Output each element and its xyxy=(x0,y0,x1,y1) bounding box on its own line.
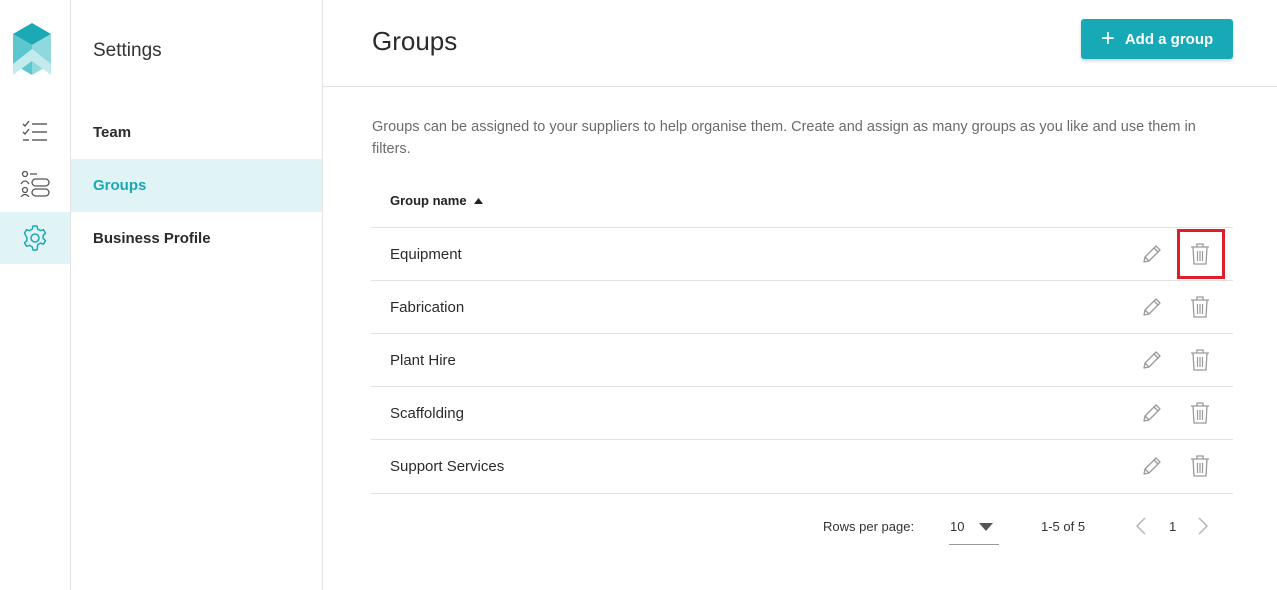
pencil-icon[interactable] xyxy=(1141,402,1163,424)
icon-rail xyxy=(0,0,71,590)
current-page-number: 1 xyxy=(1169,519,1177,534)
app-logo xyxy=(13,23,51,75)
chevron-right-icon[interactable] xyxy=(1197,516,1209,536)
table-row: Fabrication xyxy=(371,281,1233,334)
column-header-group-name[interactable]: Group name xyxy=(371,174,1233,228)
pencil-icon[interactable] xyxy=(1141,243,1163,265)
subnav-item-groups[interactable]: Groups xyxy=(71,159,322,212)
pagination-range: 1-5 of 5 xyxy=(1041,519,1086,534)
pencil-icon[interactable] xyxy=(1141,296,1163,318)
gear-icon xyxy=(23,225,47,251)
trash-icon[interactable] xyxy=(1189,454,1211,478)
page-title: Groups xyxy=(372,26,458,56)
group-name-cell: Support Services xyxy=(390,458,505,475)
table-row: Equipment xyxy=(371,228,1233,281)
checklist-icon xyxy=(22,120,47,141)
column-header-label: Group name xyxy=(390,193,467,208)
groups-table: Group name Equipment Fabrication Plant H… xyxy=(371,174,1233,494)
caret-down-icon xyxy=(979,523,993,531)
rail-item-settings[interactable] xyxy=(0,212,70,264)
pencil-icon[interactable] xyxy=(1141,349,1163,371)
group-name-cell: Fabrication xyxy=(390,298,465,316)
add-group-label: Add a group xyxy=(1124,30,1214,48)
table-row: Scaffolding xyxy=(371,387,1233,440)
add-group-button[interactable]: + Add a group xyxy=(1081,19,1233,59)
page-header: Groups + Add a group xyxy=(323,0,1277,87)
rail-item-tasks[interactable] xyxy=(0,105,70,157)
subnav-item-business-profile[interactable]: Business Profile xyxy=(71,212,322,265)
trash-icon[interactable] xyxy=(1189,348,1211,372)
app-root: Settings Team Groups Business Profile Gr… xyxy=(0,0,1277,590)
subnav-item-team[interactable]: Team xyxy=(71,106,322,159)
plus-icon: + xyxy=(1100,25,1115,52)
trash-icon[interactable] xyxy=(1189,242,1211,266)
groups-description: Groups can be assigned to your suppliers… xyxy=(372,119,1196,157)
pencil-icon[interactable] xyxy=(1141,455,1163,477)
rows-per-page-label: Rows per page: xyxy=(823,519,915,534)
rail-item-suppliers[interactable] xyxy=(0,158,70,210)
chevron-left-icon[interactable] xyxy=(1135,516,1147,536)
trash-icon[interactable] xyxy=(1189,401,1211,425)
rows-per-page-value: 10 xyxy=(950,519,965,534)
sort-ascending-icon xyxy=(473,197,483,204)
table-row: Plant Hire xyxy=(371,334,1233,387)
trash-icon[interactable] xyxy=(1189,295,1211,319)
settings-subnav: Settings Team Groups Business Profile xyxy=(71,0,323,590)
suppliers-icon xyxy=(20,171,50,197)
subnav-title: Settings xyxy=(93,40,162,61)
pagination: Rows per page: 10 1-5 of 5 1 xyxy=(323,510,1277,546)
group-name-cell: Scaffolding xyxy=(390,404,464,422)
table-row: Support Services xyxy=(371,440,1233,494)
main-content: Groups + Add a group Groups can be assig… xyxy=(323,0,1277,590)
group-name-cell: Plant Hire xyxy=(390,351,456,369)
group-name-cell: Equipment xyxy=(390,245,462,263)
rows-per-page-select[interactable]: 10 xyxy=(949,510,999,545)
